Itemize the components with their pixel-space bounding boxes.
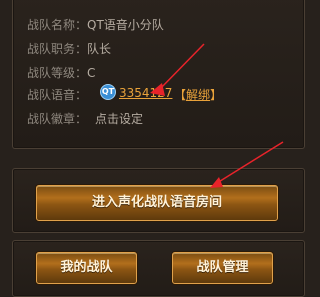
unbind-label: 解绑 [186, 88, 211, 102]
team-voice-row: 战队语音： [27, 86, 87, 103]
team-level-value: C [87, 66, 96, 80]
enter-voice-room-button[interactable]: 进入声化战队语音房间 [36, 185, 278, 221]
unbind-bracket-open: 【 [174, 88, 187, 102]
unbind-link[interactable]: 【解绑】 [174, 86, 222, 103]
team-level-row: 战队等级：C [27, 64, 95, 81]
team-name-row: 战队名称：QT语音小分队 [27, 16, 164, 33]
my-team-button[interactable]: 我的战队 [36, 252, 137, 284]
team-level-label: 战队等级： [27, 66, 88, 80]
team-name-label: 战队名称： [27, 18, 88, 32]
qt-voice-icon: QT [100, 84, 116, 100]
team-manage-button[interactable]: 战队管理 [172, 252, 273, 284]
voice-channel-number[interactable]: 3354127 [119, 86, 172, 100]
unbind-bracket-close: 】 [210, 88, 223, 102]
team-badge-label: 战队徽章： [27, 112, 88, 126]
team-role-row: 战队职务：队长 [27, 40, 111, 57]
team-name-value: QT语音小分队 [87, 18, 164, 32]
team-badge-row: 战队徽章： 点击设定 [27, 110, 143, 127]
team-voice-label: 战队语音： [27, 88, 88, 102]
team-role-value: 队长 [87, 42, 112, 56]
set-badge-link[interactable]: 点击设定 [95, 112, 143, 126]
team-role-label: 战队职务： [27, 42, 88, 56]
